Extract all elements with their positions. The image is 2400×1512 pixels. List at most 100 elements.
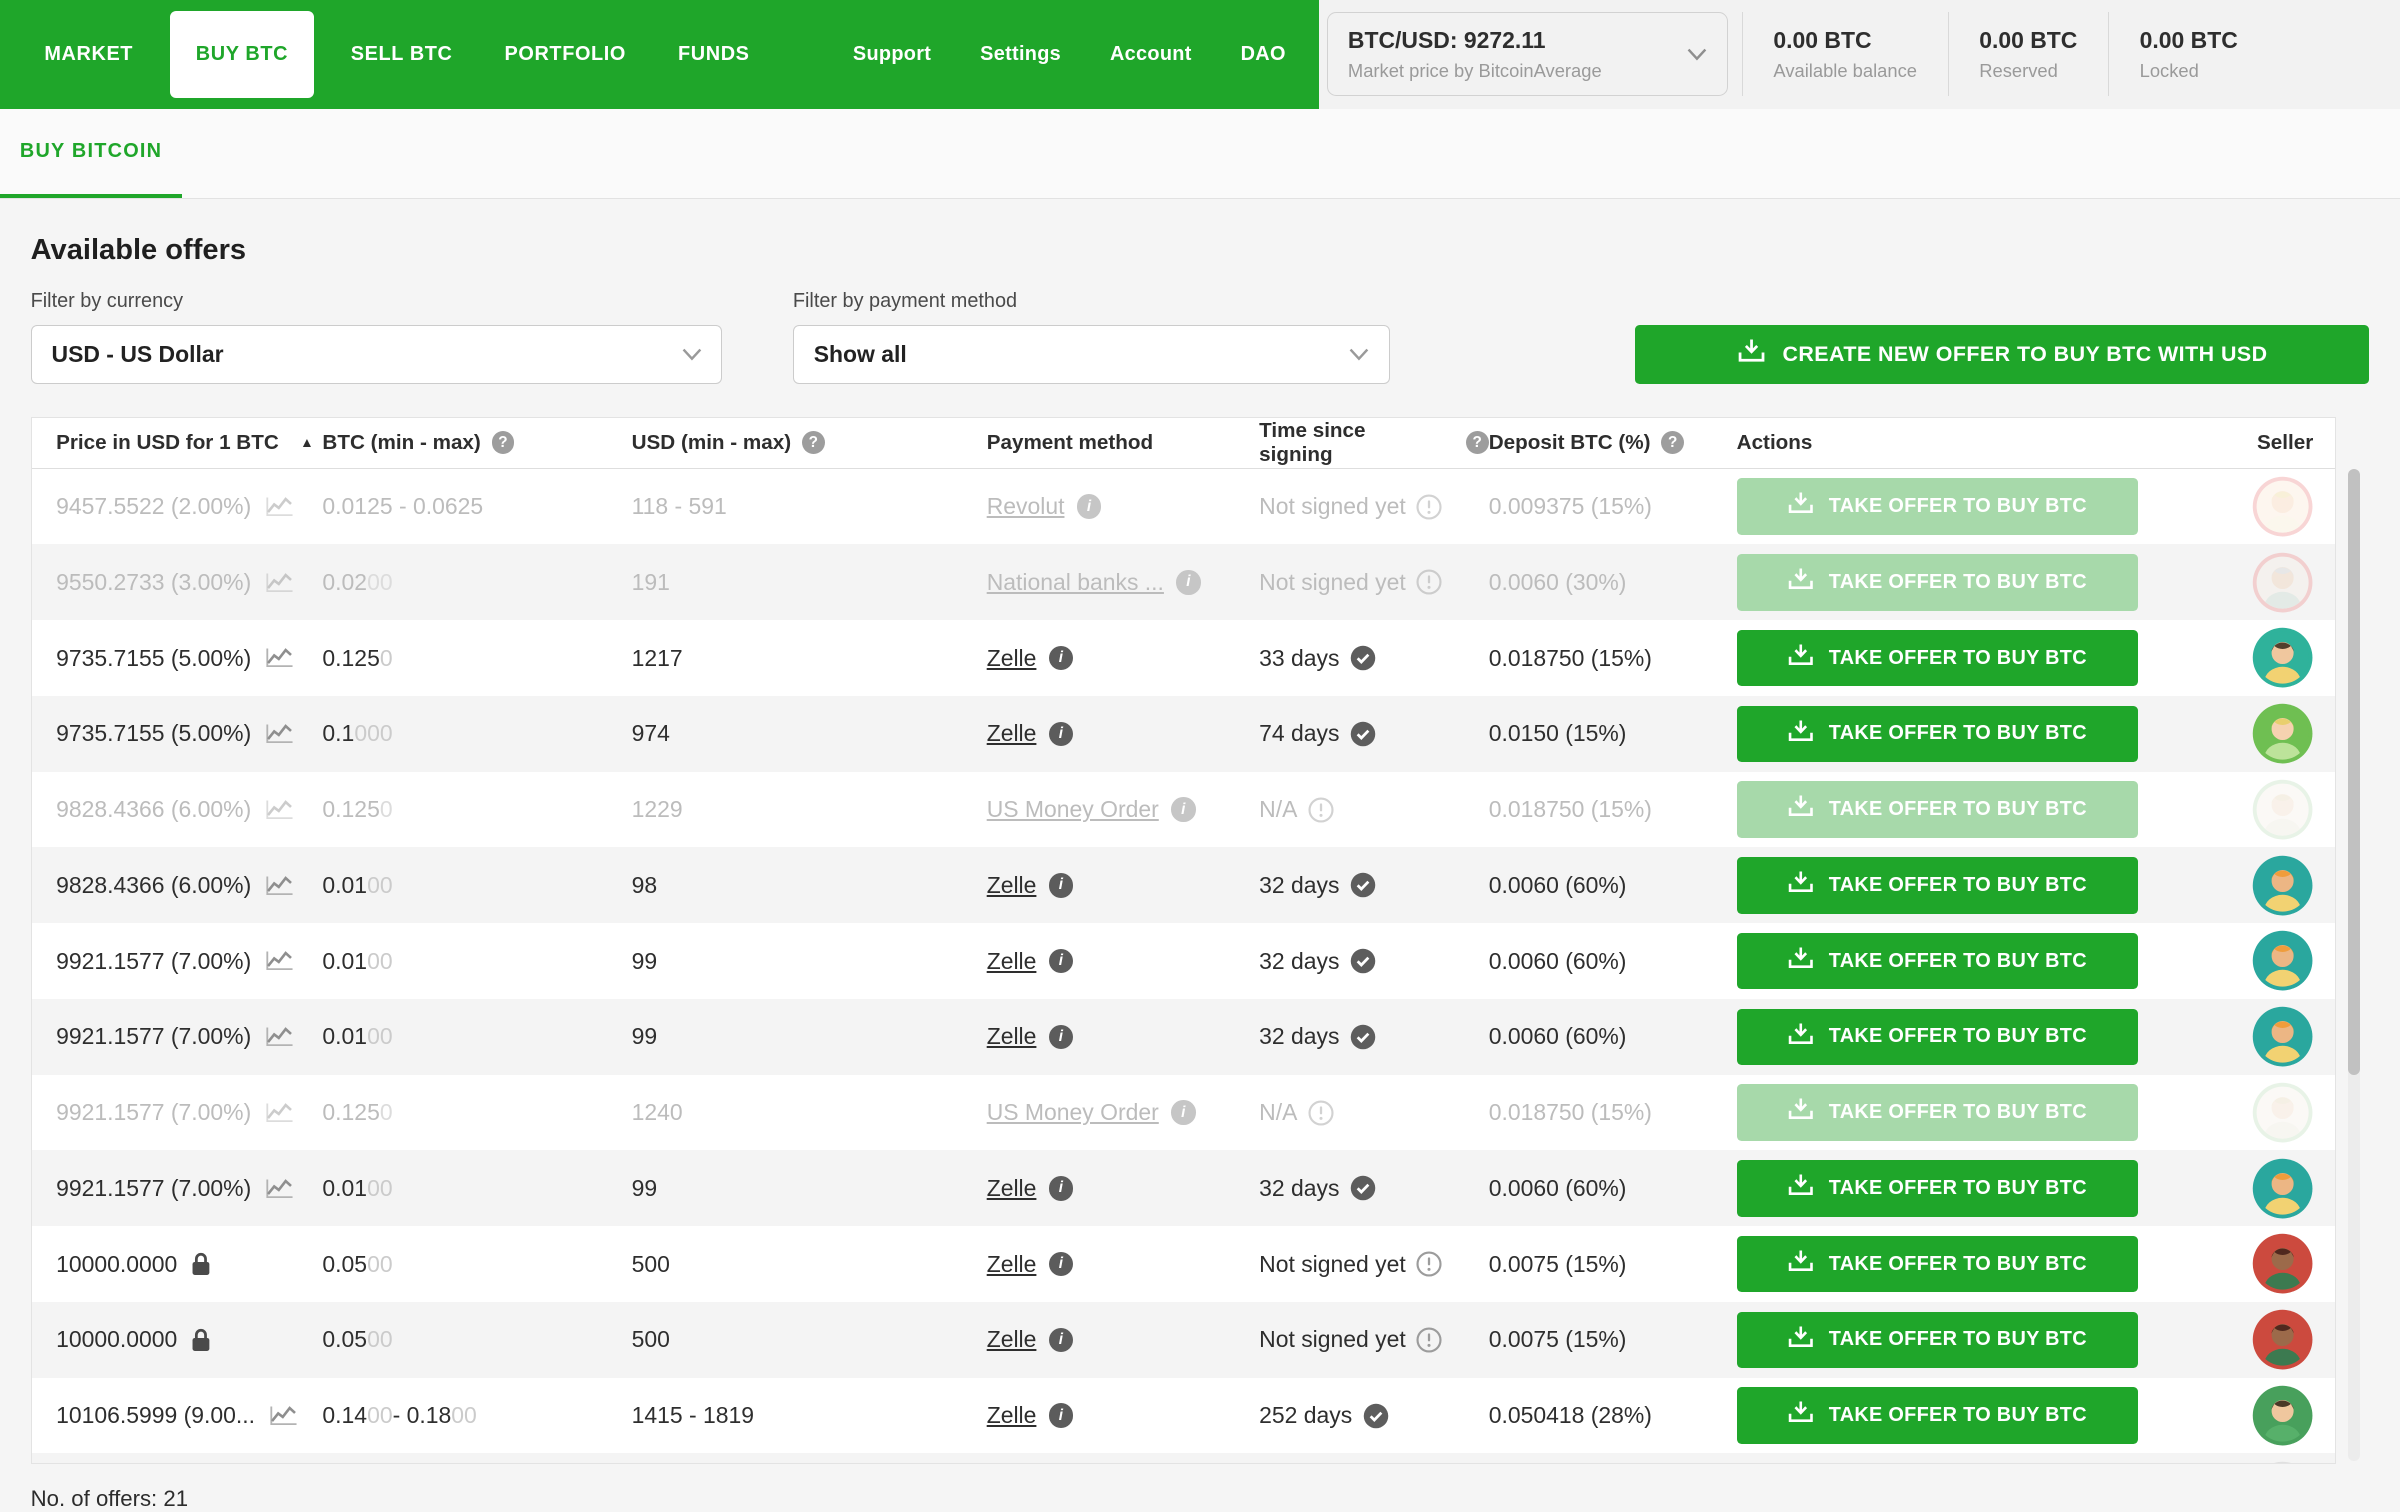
payment-method-link[interactable]: National banks ... — [987, 569, 1164, 596]
info-icon[interactable]: i — [1048, 1403, 1074, 1428]
seller-avatar[interactable] — [2252, 1385, 2313, 1446]
market-price-selector[interactable]: BTC/USD: 9272.11 Market price by Bitcoin… — [1327, 12, 1729, 97]
payment-method-link[interactable]: Zelle — [987, 1175, 1037, 1202]
offer-deposit: 0.0075 (15%) — [1488, 1326, 1627, 1353]
info-icon[interactable]: i — [1076, 494, 1102, 519]
offer-payment-cell: Zelle i — [987, 948, 1259, 975]
price-chart-icon — [265, 496, 294, 517]
nav-item-settings[interactable]: Settings — [956, 0, 1086, 109]
create-offer-button[interactable]: CREATE NEW OFFER TO BUY BTC WITH USD — [1634, 325, 2370, 384]
nav-item-portfolio[interactable]: PORTFOLIO — [479, 0, 652, 109]
seller-avatar[interactable] — [2252, 779, 2313, 840]
currency-select[interactable]: USD - US Dollar — [30, 325, 723, 384]
payment-method-link[interactable]: Zelle — [987, 1402, 1037, 1429]
take-offer-button[interactable]: TAKE OFFER TO BUY BTC — [1736, 1160, 2138, 1217]
info-icon[interactable]: i — [1048, 645, 1074, 671]
seller-avatar[interactable] — [2252, 1309, 2313, 1370]
payment-method-link[interactable]: Zelle — [987, 948, 1037, 975]
offer-signing-time: 252 days — [1259, 1402, 1353, 1429]
payment-method-link[interactable]: Revolut — [987, 493, 1065, 520]
take-offer-button[interactable]: TAKE OFFER TO BUY BTC — [1736, 781, 2138, 838]
seller-avatar[interactable] — [2252, 627, 2313, 688]
nav-item-dao[interactable]: DAO — [1216, 0, 1310, 109]
seller-avatar[interactable] — [2252, 703, 2313, 764]
payment-method-link[interactable]: US Money Order — [987, 1099, 1159, 1126]
verified-badge-icon — [1350, 948, 1376, 974]
help-icon[interactable]: ? — [801, 431, 825, 455]
table-row: 9921.1577 (7.00%) 0.01 00 99 Zelle i 32 d… — [32, 923, 2335, 999]
take-offer-button[interactable]: TAKE OFFER TO BUY BTC — [1736, 629, 2138, 687]
payment-method-select[interactable]: Show all — [792, 325, 1390, 384]
offer-btc-range: 0.05 00 — [322, 1326, 393, 1353]
info-icon[interactable]: i — [1048, 1024, 1074, 1050]
seller-avatar[interactable] — [2252, 855, 2313, 916]
offer-payment-cell: Zelle i — [987, 872, 1259, 899]
info-icon[interactable]: i — [1048, 873, 1074, 898]
seller-avatar[interactable] — [2252, 1006, 2313, 1067]
seller-avatar[interactable] — [2252, 930, 2313, 991]
nav-item-funds[interactable]: FUNDS — [652, 0, 776, 109]
price-chart-icon — [265, 1178, 294, 1199]
nav-item-support[interactable]: Support — [828, 0, 955, 109]
help-icon[interactable]: ? — [1465, 431, 1489, 455]
seller-avatar[interactable] — [2252, 1082, 2313, 1143]
seller-avatar[interactable] — [2252, 1461, 2313, 1464]
info-icon[interactable]: i — [1048, 1176, 1074, 1201]
take-offer-button[interactable]: TAKE OFFER TO BUY BTC — [1736, 1084, 2138, 1141]
seller-avatar[interactable] — [2252, 476, 2313, 537]
info-icon[interactable]: i — [1171, 797, 1196, 822]
lock-icon — [191, 1328, 211, 1352]
take-offer-button[interactable]: TAKE OFFER TO BUY BTC — [1736, 1463, 2138, 1464]
nav-item-market[interactable]: MARKET — [18, 0, 159, 109]
seller-avatar[interactable] — [2252, 1158, 2313, 1219]
nav-item-sell-btc[interactable]: SELL BTC — [325, 0, 479, 109]
price-chart-icon — [265, 950, 294, 971]
nav-item-account[interactable]: Account — [1086, 0, 1217, 109]
offer-actions-cell: TAKE OFFER TO BUY BTC — [1736, 1387, 2211, 1444]
info-icon[interactable]: i — [1176, 570, 1201, 595]
payment-method-link[interactable]: Zelle — [987, 1023, 1037, 1050]
take-offer-button[interactable]: TAKE OFFER TO BUY BTC — [1736, 1311, 2138, 1369]
payment-method-link[interactable]: Zelle — [987, 720, 1037, 747]
offer-signing-time: 32 days — [1259, 947, 1340, 974]
take-offer-button[interactable]: TAKE OFFER TO BUY BTC — [1736, 705, 2138, 763]
nav-item-buy-btc[interactable]: BUY BTC — [169, 10, 315, 98]
currency-select-value: USD - US Dollar — [51, 340, 224, 367]
help-icon[interactable]: ? — [1661, 431, 1685, 455]
info-icon[interactable]: i — [1048, 948, 1074, 974]
seller-avatar[interactable] — [2252, 1233, 2313, 1294]
offer-price: 9921.1577 (7.00%) — [56, 1099, 252, 1126]
take-offer-button[interactable]: TAKE OFFER TO BUY BTC — [1736, 932, 2138, 990]
table-scrollbar-thumb[interactable] — [2347, 469, 2361, 1076]
price-chart-icon — [265, 875, 294, 896]
offer-signing-time: Not signed yet — [1259, 1250, 1406, 1277]
take-offer-button[interactable]: TAKE OFFER TO BUY BTC — [1736, 1387, 2138, 1444]
payment-method-link[interactable]: Zelle — [987, 1251, 1037, 1278]
tab-buy-bitcoin[interactable]: BUY BITCOIN — [0, 109, 183, 198]
take-offer-button[interactable]: TAKE OFFER TO BUY BTC — [1736, 554, 2138, 611]
take-offer-button[interactable]: TAKE OFFER TO BUY BTC — [1736, 857, 2138, 914]
offer-signing-time: 32 days — [1259, 1023, 1340, 1050]
info-icon[interactable]: i — [1048, 1327, 1074, 1353]
info-icon[interactable]: i — [1048, 1251, 1074, 1277]
offer-payment-cell: Revolut i — [987, 493, 1259, 520]
header-price[interactable]: Price in USD for 1 BTC ▲ — [32, 431, 323, 455]
offer-signing-cell: 252 days — [1259, 1402, 1489, 1429]
offer-actions-cell: TAKE OFFER TO BUY BTC — [1736, 1463, 2211, 1464]
offer-seller-cell — [2211, 1158, 2335, 1219]
take-offer-button[interactable]: TAKE OFFER TO BUY BTC — [1736, 478, 2138, 535]
offer-btc-range: 0.01 00 — [322, 1023, 393, 1050]
take-offer-button[interactable]: TAKE OFFER TO BUY BTC — [1736, 1235, 2138, 1293]
info-icon[interactable]: i — [1171, 1100, 1196, 1125]
take-offer-button[interactable]: TAKE OFFER TO BUY BTC — [1736, 1008, 2138, 1066]
payment-method-link[interactable]: US Money Order — [987, 796, 1159, 823]
payment-method-link[interactable]: Zelle — [987, 645, 1037, 672]
help-icon[interactable]: ? — [491, 431, 515, 455]
info-icon[interactable]: i — [1048, 721, 1074, 747]
seller-avatar[interactable] — [2252, 552, 2313, 613]
offer-usd-range: 1217 — [631, 644, 683, 671]
payment-method-link[interactable]: Zelle — [987, 872, 1037, 899]
offer-actions-cell: TAKE OFFER TO BUY BTC — [1736, 1311, 2211, 1369]
offer-payment-cell: Zelle i — [987, 1251, 1259, 1278]
payment-method-link[interactable]: Zelle — [987, 1326, 1037, 1353]
